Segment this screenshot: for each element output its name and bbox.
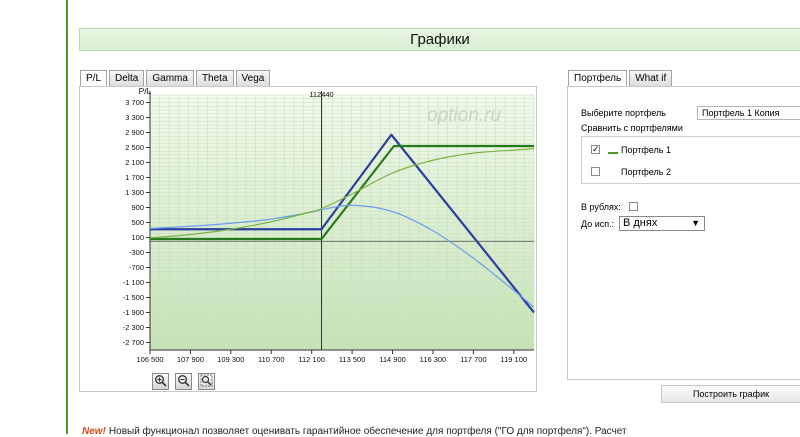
x-tick-label: 110 700	[258, 355, 285, 364]
tab-delta[interactable]: Delta	[109, 70, 145, 87]
compare-item-label: Портфель 2	[621, 167, 671, 177]
y-tick-label: 500	[131, 218, 144, 227]
in-rubles-checkbox[interactable]	[629, 202, 638, 211]
select-portfolio-label: Выберите портфель	[581, 108, 666, 118]
y-tick-label: 3 700	[125, 98, 144, 107]
x-tick-label: 112 100	[298, 355, 325, 364]
left-border-line	[66, 0, 68, 434]
x-tick-label: 113 500	[339, 355, 366, 364]
compare-list	[581, 136, 800, 184]
x-tick-label: 114 900	[379, 355, 406, 364]
y-tick-label: -700	[129, 263, 144, 272]
y-axis-label: P/L	[139, 86, 152, 96]
y-tick-label: 100	[131, 233, 144, 242]
x-tick-label: 106 500	[136, 355, 163, 364]
x-tick-label: 117 700	[460, 355, 487, 364]
y-tick-label: 1 300	[125, 188, 144, 197]
y-tick-label: 2 100	[125, 158, 144, 167]
y-tick-label: 900	[131, 203, 144, 212]
tab-gamma[interactable]: Gamma	[146, 70, 194, 87]
compare-item-label: Портфель 1	[621, 145, 671, 155]
news-line: New! Новый функционал позволяет оценивать…	[82, 426, 627, 437]
x-tick-label: 107 900	[177, 355, 204, 364]
zoom-fit-icon[interactable]	[198, 373, 215, 390]
y-tick-label: -2 700	[123, 338, 144, 347]
pl-chart[interactable]: 3 700 3 300 2 900 2 500 2 100 1 700 1 300 900 50…	[79, 86, 537, 392]
y-tick-label: -300	[129, 248, 144, 257]
page-title: Графики	[79, 28, 800, 51]
news-text: Новый функционал позволяет оценивать гар…	[108, 426, 627, 437]
expiry-label: До исп.:	[581, 219, 615, 229]
y-tick-label: 3 300	[125, 113, 144, 122]
in-rubles-label: В рублях:	[581, 202, 621, 212]
build-chart-button[interactable]: Построить график	[661, 385, 800, 403]
tab-vega[interactable]: Vega	[235, 70, 271, 87]
dropdown-arrow-icon: ▼	[691, 218, 700, 228]
zoom-out-icon[interactable]	[175, 373, 192, 390]
new-badge: New!	[82, 426, 106, 437]
x-tick-label: 116 300	[420, 355, 447, 364]
y-tick-label: -1 900	[123, 308, 144, 317]
y-tick-label: 2 500	[125, 143, 144, 152]
y-tick-label: -2 300	[123, 323, 144, 332]
y-tick-label: 2 900	[125, 128, 144, 137]
tab-theta[interactable]: Theta	[195, 70, 234, 87]
zoom-in-icon[interactable]	[152, 373, 169, 390]
watermark: option.ru	[427, 105, 501, 126]
y-tick-label: -1 100	[123, 278, 144, 287]
tab-what-if[interactable]: What if	[629, 70, 673, 87]
x-tick-label: 119 100	[501, 355, 528, 364]
expiry-value: В днях	[623, 217, 658, 229]
portfolio-select[interactable]: Портфель 1 Копия	[697, 106, 800, 120]
compare-checkbox-1[interactable]: ✓	[591, 145, 600, 154]
expiry-dropdown[interactable]: В днях ▼	[619, 216, 705, 231]
x-tick-label: 109 300	[217, 355, 244, 364]
y-tick-label: -1 500	[123, 293, 144, 302]
compare-checkbox-2[interactable]	[591, 167, 600, 176]
current-price-label: 112440	[309, 90, 333, 99]
compare-label: Сравнить с портфелями	[581, 123, 683, 133]
y-tick-label: 1 700	[125, 173, 144, 182]
series-color-swatch	[608, 152, 618, 154]
